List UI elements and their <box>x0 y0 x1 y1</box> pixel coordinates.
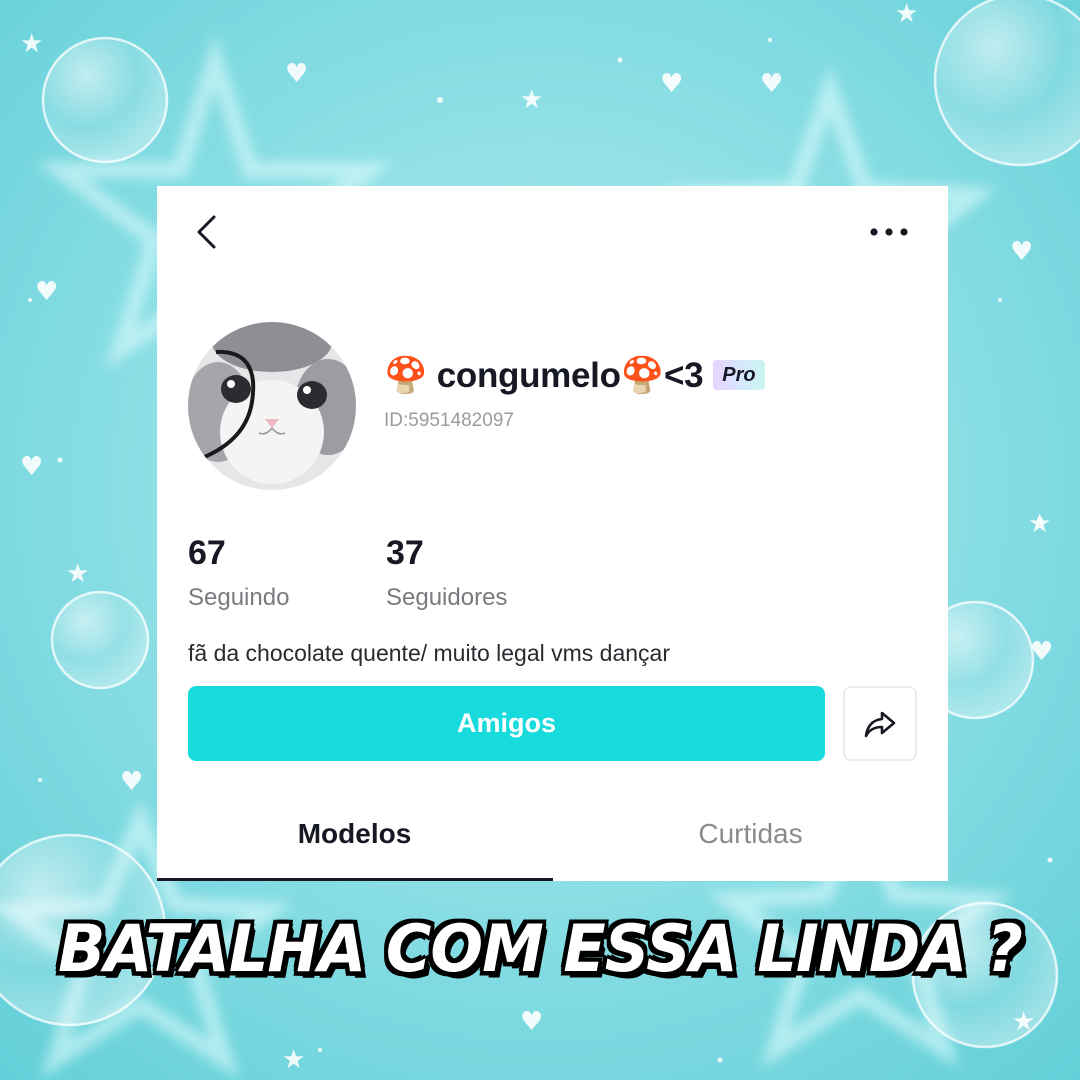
svg-text:★: ★ <box>1028 509 1051 539</box>
cat-avatar-image <box>188 322 356 490</box>
following-count[interactable]: 67 <box>188 534 226 573</box>
tab-curtidas[interactable]: Curtidas <box>553 818 948 850</box>
svg-text:★: ★ <box>520 85 543 115</box>
avatar[interactable] <box>188 322 356 490</box>
svg-text:★: ★ <box>282 1045 305 1075</box>
bio-text: fã da chocolate quente/ muito legal vms … <box>188 640 671 666</box>
share-arrow-icon <box>864 711 896 737</box>
overlay-caption: BATALHA COM ESSA LINDA ? <box>58 910 1023 987</box>
svg-text:★: ★ <box>1012 1007 1035 1037</box>
friends-button[interactable]: Amigos <box>188 686 825 761</box>
followers-count[interactable]: 37 <box>386 534 424 573</box>
svg-text:♥: ♥ <box>1030 637 1053 667</box>
username: 🍄 congumelo🍄<3 <box>384 355 704 395</box>
more-options-button[interactable] <box>862 212 916 252</box>
profile-card <box>157 186 948 881</box>
pro-badge: Pro <box>713 360 765 390</box>
svg-text:♥: ♥ <box>20 452 43 482</box>
svg-text:♥: ♥ <box>285 59 308 89</box>
chevron-left-icon <box>197 215 216 249</box>
svg-text:♥: ♥ <box>660 69 683 99</box>
tab-modelos[interactable]: Modelos <box>157 818 552 850</box>
svg-text:★: ★ <box>20 29 43 59</box>
followers-label[interactable]: Seguidores <box>386 584 507 612</box>
username-row: 🍄 congumelo🍄<3 Pro <box>384 352 765 398</box>
svg-text:♥: ♥ <box>520 1007 543 1037</box>
back-button[interactable] <box>188 210 228 254</box>
more-dots-icon <box>870 228 908 236</box>
svg-text:★: ★ <box>66 559 89 589</box>
svg-text:★: ★ <box>895 0 918 29</box>
svg-text:♥: ♥ <box>760 69 783 99</box>
share-button[interactable] <box>843 686 917 761</box>
following-label[interactable]: Seguindo <box>188 584 289 612</box>
active-tab-indicator <box>157 878 553 881</box>
user-id[interactable]: ID:5951482097 <box>384 410 514 432</box>
svg-text:♥: ♥ <box>1010 237 1033 267</box>
svg-text:♥: ♥ <box>35 277 58 307</box>
svg-text:♥: ♥ <box>120 767 143 797</box>
